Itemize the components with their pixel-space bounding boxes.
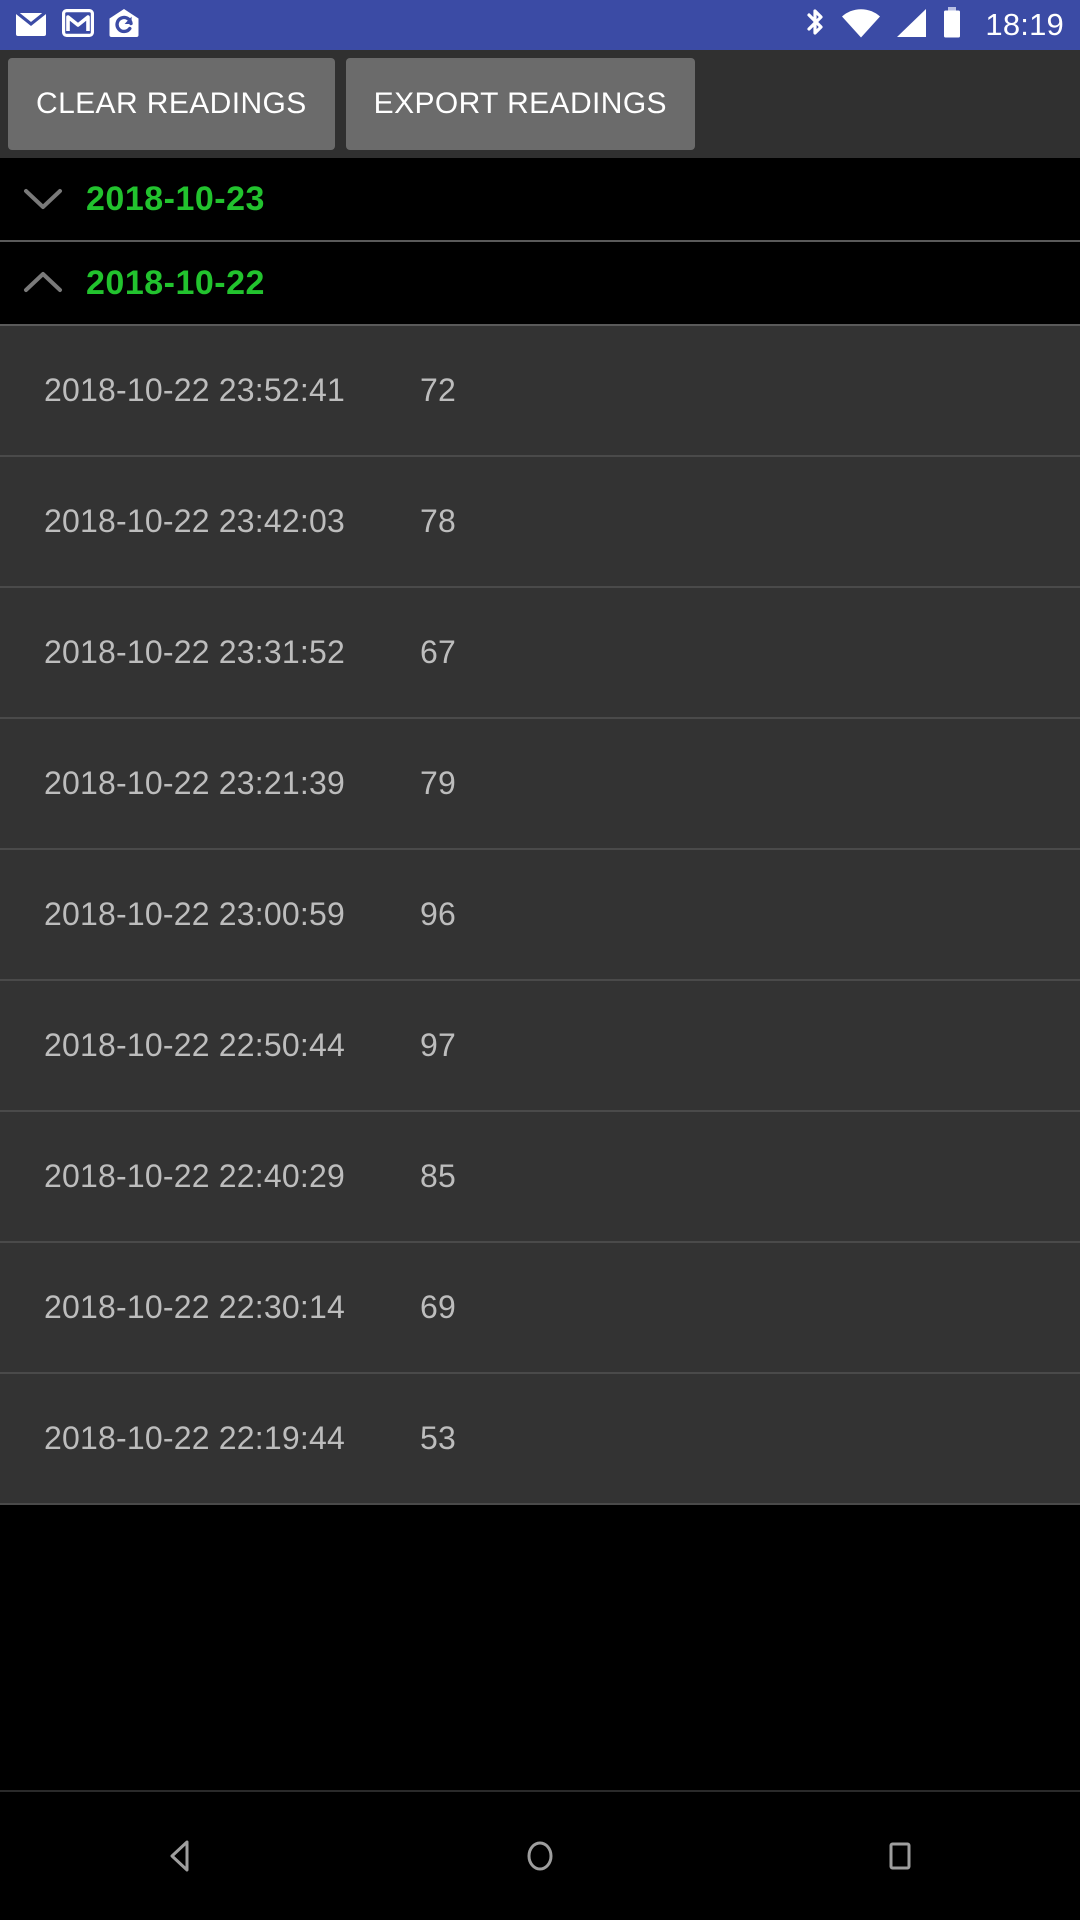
reading-timestamp: 2018-10-22 23:21:39 [44, 765, 345, 801]
reading-value: 97 [420, 1027, 456, 1063]
sync-envelope-icon [108, 8, 140, 43]
readings-list[interactable]: 2018-10-23 2018-10-22 2018-10-22 23:52:4… [0, 158, 1080, 1505]
reading-value: 53 [420, 1420, 456, 1456]
status-bar-system-icons: 18:19 [802, 6, 1064, 45]
wifi-icon [841, 7, 881, 44]
date-group-header-2018-10-22[interactable]: 2018-10-22 [0, 242, 1080, 326]
table-row[interactable]: 2018-10-22 22:30:14 69 [0, 1243, 1080, 1374]
table-row[interactable]: 2018-10-22 22:19:44 53 [0, 1374, 1080, 1505]
clear-readings-button[interactable]: CLEAR READINGS [8, 58, 335, 150]
table-row[interactable]: 2018-10-22 23:52:41 72 [0, 326, 1080, 457]
actions-toolbar: CLEAR READINGS EXPORT READINGS [0, 50, 1080, 158]
status-bar-notification-icons [14, 8, 140, 43]
gmail-icon [62, 8, 94, 43]
reading-value: 85 [420, 1158, 456, 1194]
reading-timestamp: 2018-10-22 23:00:59 [44, 896, 345, 932]
status-bar-clock: 18:19 [985, 7, 1064, 42]
date-group-label: 2018-10-23 [86, 179, 265, 218]
reading-timestamp: 2018-10-22 23:52:41 [44, 372, 345, 408]
reading-value: 69 [420, 1289, 456, 1325]
reading-value: 79 [420, 765, 456, 801]
reading-timestamp: 2018-10-22 23:31:52 [44, 634, 345, 670]
home-nav-icon[interactable] [440, 1791, 640, 1920]
reading-value: 96 [420, 896, 456, 932]
table-row[interactable]: 2018-10-22 23:31:52 67 [0, 588, 1080, 719]
table-row[interactable]: 2018-10-22 22:40:29 85 [0, 1112, 1080, 1243]
reading-timestamp: 2018-10-22 23:42:03 [44, 503, 345, 539]
recents-nav-icon[interactable] [800, 1791, 1000, 1920]
reading-timestamp: 2018-10-22 22:40:29 [44, 1158, 345, 1194]
table-row[interactable]: 2018-10-22 23:42:03 78 [0, 457, 1080, 588]
email-envelope-icon [14, 8, 48, 43]
export-readings-button[interactable]: EXPORT READINGS [345, 58, 695, 150]
date-group-header-2018-10-23[interactable]: 2018-10-23 [0, 158, 1080, 242]
chevron-up-icon[interactable] [0, 270, 86, 296]
chevron-down-icon[interactable] [0, 186, 86, 212]
battery-icon [941, 6, 963, 45]
reading-timestamp: 2018-10-22 22:30:14 [44, 1289, 345, 1325]
reading-timestamp: 2018-10-22 22:50:44 [44, 1027, 345, 1063]
android-navigation-bar [0, 1790, 1080, 1920]
bluetooth-icon [802, 6, 828, 45]
reading-value: 78 [420, 503, 456, 539]
cell-signal-icon [894, 7, 928, 44]
app-screen: 18:19 CLEAR READINGS EXPORT READINGS 201… [0, 0, 1080, 1920]
status-bar: 18:19 [0, 0, 1080, 50]
table-row[interactable]: 2018-10-22 22:50:44 97 [0, 981, 1080, 1112]
date-group-label: 2018-10-22 [86, 263, 265, 302]
reading-value: 67 [420, 634, 456, 670]
reading-value: 72 [420, 372, 456, 408]
back-nav-icon[interactable] [80, 1791, 280, 1920]
reading-timestamp: 2018-10-22 22:19:44 [44, 1420, 345, 1456]
table-row[interactable]: 2018-10-22 23:00:59 96 [0, 850, 1080, 981]
table-row[interactable]: 2018-10-22 23:21:39 79 [0, 719, 1080, 850]
